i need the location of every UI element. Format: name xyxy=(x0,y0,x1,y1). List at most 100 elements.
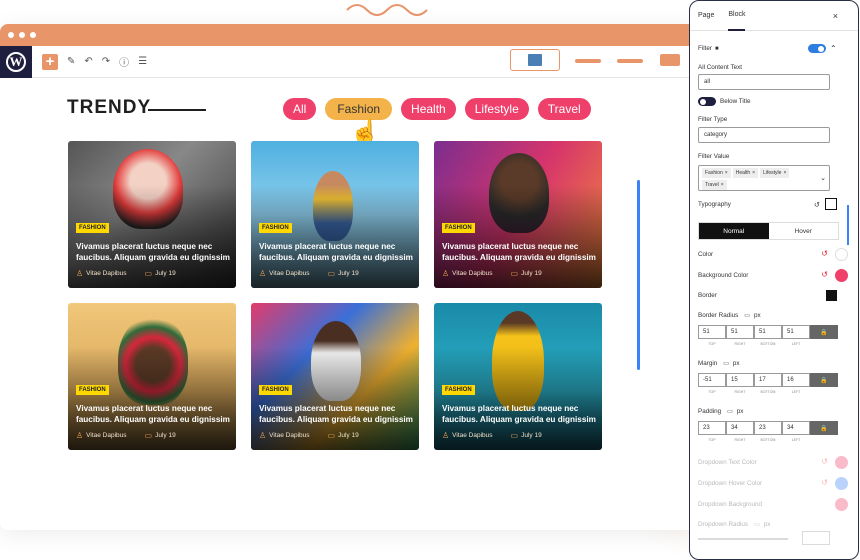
category-badge[interactable]: FASHION xyxy=(76,385,109,395)
post-author[interactable]: Vitae Dapibus xyxy=(269,432,309,439)
desktop-icon[interactable]: ▭ xyxy=(744,312,750,319)
padding-left[interactable]: 34 xyxy=(782,421,810,435)
border-radius-right[interactable]: 51 xyxy=(726,325,754,339)
dropdown-radius-input[interactable] xyxy=(802,531,830,545)
color-picker[interactable] xyxy=(835,248,848,261)
post-card[interactable]: FASHION Vivamus placerat luctus neque ne… xyxy=(68,141,236,288)
post-author[interactable]: Vitae Dapibus xyxy=(452,432,492,439)
margin-top[interactable]: -51 xyxy=(698,373,726,387)
add-block-button[interactable]: + xyxy=(42,53,58,70)
close-icon[interactable]: × xyxy=(833,11,838,21)
tab-hover[interactable]: Hover xyxy=(769,223,839,239)
filter-chip-travel[interactable]: Travel xyxy=(537,98,591,120)
undo-icon[interactable]: ↶ xyxy=(84,56,92,67)
reset-icon[interactable]: ↺ xyxy=(821,457,828,466)
redo-icon[interactable]: ↷ xyxy=(102,56,110,67)
toolbar-placeholder[interactable] xyxy=(617,59,643,63)
margin-left[interactable]: 16 xyxy=(782,373,810,387)
typography-settings-icon[interactable] xyxy=(825,198,837,210)
settings-button[interactable] xyxy=(660,54,680,66)
reset-icon[interactable]: ↺ xyxy=(821,478,828,487)
lock-icon[interactable]: 🔒 xyxy=(810,325,838,339)
desktop-icon[interactable]: ▭ xyxy=(754,521,760,528)
post-author[interactable]: Vitae Dapibus xyxy=(86,432,126,439)
post-card[interactable]: FASHION Vivamus placerat luctus neque ne… xyxy=(251,141,419,288)
toolbar-placeholder[interactable] xyxy=(575,59,601,63)
reset-icon[interactable]: ↺ xyxy=(821,249,828,258)
reset-icon[interactable]: ↺ xyxy=(814,201,820,209)
post-card[interactable]: FASHION Vivamus placerat luctus neque ne… xyxy=(68,303,236,450)
wordpress-logo[interactable]: W xyxy=(0,45,32,78)
post-title[interactable]: Vivamus placerat luctus neque nec faucib… xyxy=(259,241,417,263)
tab-page[interactable]: Page xyxy=(698,1,714,31)
window-dot[interactable] xyxy=(19,32,25,38)
window-dot[interactable] xyxy=(8,32,14,38)
post-title[interactable]: Vivamus placerat luctus neque nec faucib… xyxy=(259,403,417,425)
token-travel[interactable]: Travel × xyxy=(702,180,727,190)
filter-chip-lifestyle[interactable]: Lifestyle xyxy=(464,98,529,120)
padding-bottom[interactable]: 23 xyxy=(754,421,782,435)
window-dot[interactable] xyxy=(30,32,36,38)
filter-chip-health[interactable]: Health xyxy=(401,98,456,120)
all-content-text-input[interactable]: all xyxy=(698,74,830,90)
lock-icon[interactable]: 🔒 xyxy=(810,421,838,435)
post-title[interactable]: Vivamus placerat luctus neque nec faucib… xyxy=(442,403,600,425)
category-badge[interactable]: FASHION xyxy=(442,223,475,233)
tab-block[interactable]: Block xyxy=(728,1,746,31)
margin-right[interactable]: 15 xyxy=(726,373,754,387)
category-badge[interactable]: FASHION xyxy=(76,223,109,233)
post-author[interactable]: Vitae Dapibus xyxy=(452,270,492,277)
margin-bottom[interactable]: 17 xyxy=(754,373,782,387)
post-title[interactable]: Vivamus placerat luctus neque nec faucib… xyxy=(76,403,234,425)
below-title-toggle[interactable] xyxy=(698,97,716,106)
post-title[interactable]: Vivamus placerat luctus neque nec faucib… xyxy=(442,241,600,263)
reset-icon[interactable]: ↺ xyxy=(821,270,828,279)
info-icon[interactable]: ⓘ xyxy=(119,54,129,69)
border-radius-top[interactable]: 51 xyxy=(698,325,726,339)
category-badge[interactable]: FASHION xyxy=(259,385,292,395)
tab-normal[interactable]: Normal xyxy=(699,223,769,239)
list-icon[interactable]: ☰ xyxy=(138,56,147,67)
dropdown-hover-color-picker[interactable] xyxy=(835,477,848,490)
post-author[interactable]: Vitae Dapibus xyxy=(86,270,126,277)
post-card[interactable]: FASHION Vivamus placerat luctus neque ne… xyxy=(434,141,602,288)
chevron-up-icon[interactable]: ⌃ xyxy=(830,44,837,53)
dropdown-radius-slider[interactable] xyxy=(698,538,788,540)
background-color-picker[interactable] xyxy=(835,269,848,282)
pen-icon[interactable]: ✎ xyxy=(67,56,75,67)
token-fashion[interactable]: Fashion × xyxy=(702,168,731,178)
padding-unit[interactable]: px xyxy=(737,408,744,415)
post-author[interactable]: Vitae Dapibus xyxy=(269,270,309,277)
preview-button[interactable] xyxy=(510,49,560,71)
post-date: July 19 xyxy=(338,432,359,439)
desktop-icon[interactable]: ▭ xyxy=(723,360,729,367)
border-radius-unit[interactable]: px xyxy=(754,312,761,319)
token-lifestyle[interactable]: Lifestyle × xyxy=(760,168,790,178)
post-card[interactable]: FASHION Vivamus placerat luctus neque ne… xyxy=(434,303,602,450)
content-scrollbar[interactable] xyxy=(637,180,640,370)
border-settings-icon[interactable] xyxy=(826,290,837,301)
dropdown-radius-unit[interactable]: px xyxy=(764,521,771,528)
filter-chip-fashion[interactable]: Fashion xyxy=(325,98,393,120)
post-title[interactable]: Vivamus placerat luctus neque nec faucib… xyxy=(76,241,234,263)
margin-unit[interactable]: px xyxy=(733,360,740,367)
filter-chip-all[interactable]: All xyxy=(283,98,317,120)
dropdown-text-color-picker[interactable] xyxy=(835,456,848,469)
filter-toggle[interactable] xyxy=(808,44,826,53)
filter-type-select[interactable]: category xyxy=(698,127,830,143)
border-radius-left[interactable]: 51 xyxy=(782,325,810,339)
category-badge[interactable]: FASHION xyxy=(259,223,292,233)
category-badge[interactable]: FASHION xyxy=(442,385,475,395)
token-health[interactable]: Health × xyxy=(732,168,759,178)
border-radius-bottom[interactable]: 51 xyxy=(754,325,782,339)
desktop-icon[interactable]: ▭ xyxy=(727,408,733,415)
post-card[interactable]: FASHION Vivamus placerat luctus neque ne… xyxy=(251,303,419,450)
filter-value-tokens[interactable]: Fashion × Health × Lifestyle × Travel × ⌄ xyxy=(698,165,830,191)
dropdown-background-picker[interactable] xyxy=(835,498,848,511)
panel-scrollbar[interactable] xyxy=(847,205,849,245)
filter-section-header[interactable]: Filter ■ ⌃ xyxy=(698,44,848,53)
padding-top[interactable]: 23 xyxy=(698,421,726,435)
chevron-down-icon[interactable]: ⌄ xyxy=(820,174,826,182)
lock-icon[interactable]: 🔒 xyxy=(810,373,838,387)
padding-right[interactable]: 34 xyxy=(726,421,754,435)
